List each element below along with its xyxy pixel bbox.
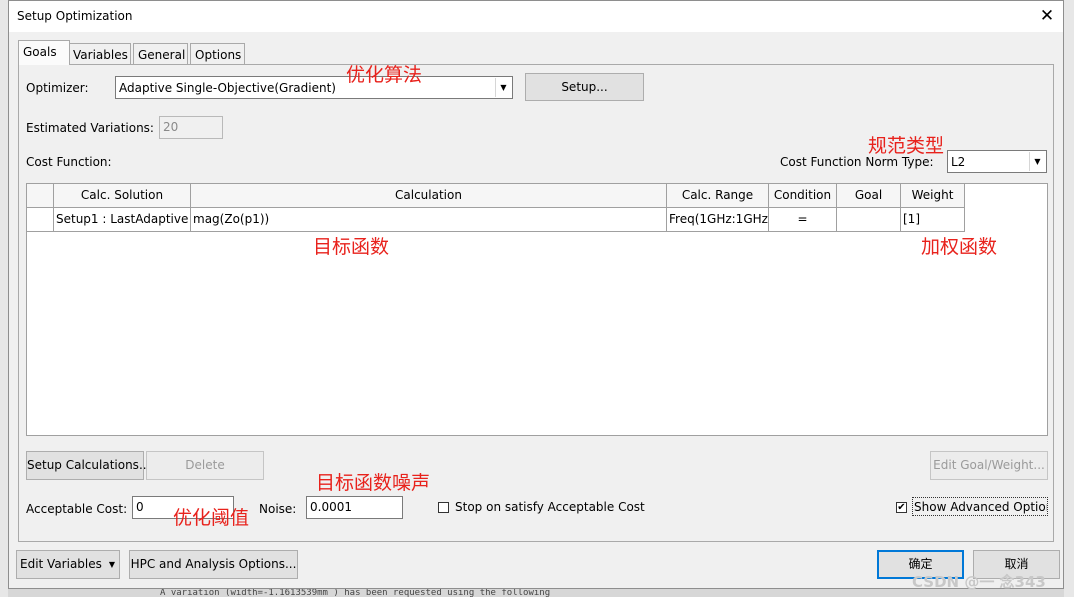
cell-calc-solution[interactable]: Setup1 : LastAdaptive bbox=[54, 208, 191, 232]
cell-calculation[interactable]: mag(Zo(p1)) bbox=[191, 208, 667, 232]
background-log-text: A variation (width=-1.1613539mm ) has be… bbox=[160, 589, 551, 597]
show-advanced-label[interactable]: Show Advanced Option bbox=[912, 497, 1048, 516]
cell-calc-range[interactable]: Freq(1GHz:1GHz) bbox=[667, 208, 769, 232]
background-window-left bbox=[0, 0, 8, 597]
dropdown-arrow-icon: ▼ bbox=[108, 560, 115, 569]
background-window-right bbox=[1064, 0, 1074, 597]
optimizer-label: Optimizer: bbox=[26, 81, 89, 95]
hpc-analysis-options-button[interactable]: HPC and Analysis Options... bbox=[129, 550, 298, 579]
tab-options[interactable]: Options bbox=[190, 43, 245, 64]
annotation-objective-function: 目标函数 bbox=[313, 236, 390, 258]
edit-variables-label: Edit Variables bbox=[20, 557, 102, 571]
stop-on-satisfy-label[interactable]: Stop on satisfy Acceptable Cost bbox=[455, 500, 645, 514]
stop-on-satisfy-checkbox[interactable] bbox=[438, 502, 449, 513]
norm-type-select[interactable]: L2 ▼ bbox=[947, 150, 1047, 173]
tab-variables[interactable]: Variables bbox=[68, 43, 131, 64]
chevron-down-icon: ▼ bbox=[1029, 152, 1045, 171]
estimated-variations-field: 20 bbox=[159, 116, 223, 139]
tab-general[interactable]: General bbox=[133, 43, 188, 64]
norm-type-value: L2 bbox=[951, 155, 966, 169]
delete-button[interactable]: Delete bbox=[146, 451, 264, 480]
column-header-calculation[interactable]: Calculation bbox=[191, 184, 667, 208]
annotation-optimizer-algorithm: 优化算法 bbox=[346, 64, 423, 86]
close-icon[interactable]: ✕ bbox=[1037, 6, 1057, 26]
estimated-variations-label: Estimated Variations: bbox=[26, 121, 154, 135]
annotation-norm-type: 规范类型 bbox=[868, 135, 945, 157]
cell-condition[interactable]: = bbox=[769, 208, 837, 232]
edit-variables-button[interactable]: Edit Variables ▼ bbox=[16, 550, 120, 579]
acceptable-cost-label: Acceptable Cost: bbox=[26, 502, 128, 516]
column-header-condition[interactable]: Condition bbox=[769, 184, 837, 208]
cost-function-label: Cost Function: bbox=[26, 155, 112, 169]
cell-goal[interactable] bbox=[837, 208, 901, 232]
column-header-calc-solution[interactable]: Calc. Solution bbox=[54, 184, 191, 208]
column-header-goal[interactable]: Goal bbox=[837, 184, 901, 208]
title-bar: Setup Optimization ✕ bbox=[9, 1, 1063, 32]
goals-table[interactable]: Calc. Solution Calculation Calc. Range C… bbox=[26, 183, 1048, 436]
noise-input[interactable]: 0.0001 bbox=[306, 496, 403, 519]
optimizer-setup-button[interactable]: Setup... bbox=[525, 73, 644, 101]
setup-calculations-button[interactable]: Setup Calculations... bbox=[26, 451, 150, 480]
csdn-watermark: CSDN @一 念343 bbox=[912, 573, 1046, 591]
edit-goal-weight-button[interactable]: Edit Goal/Weight... bbox=[930, 451, 1048, 480]
show-advanced-checkbox[interactable]: ✔ bbox=[896, 502, 907, 513]
tab-goals[interactable]: Goals bbox=[18, 40, 70, 65]
annotation-optimization-threshold: 优化阈值 bbox=[173, 507, 250, 529]
table-row-header[interactable] bbox=[27, 208, 54, 232]
column-header-weight[interactable]: Weight bbox=[901, 184, 965, 208]
chevron-down-icon: ▼ bbox=[495, 78, 511, 97]
window-title: Setup Optimization bbox=[17, 9, 133, 23]
noise-label: Noise: bbox=[259, 502, 297, 516]
column-header-calc-range[interactable]: Calc. Range bbox=[667, 184, 769, 208]
optimizer-value: Adaptive Single-Objective(Gradient) bbox=[119, 81, 336, 95]
annotation-objective-noise: 目标函数噪声 bbox=[316, 472, 431, 494]
table-row-header-corner bbox=[27, 184, 54, 208]
annotation-weight-function: 加权函数 bbox=[921, 236, 998, 258]
cell-weight[interactable]: [1] bbox=[901, 208, 965, 232]
optimizer-select[interactable]: Adaptive Single-Objective(Gradient) ▼ bbox=[115, 76, 513, 99]
